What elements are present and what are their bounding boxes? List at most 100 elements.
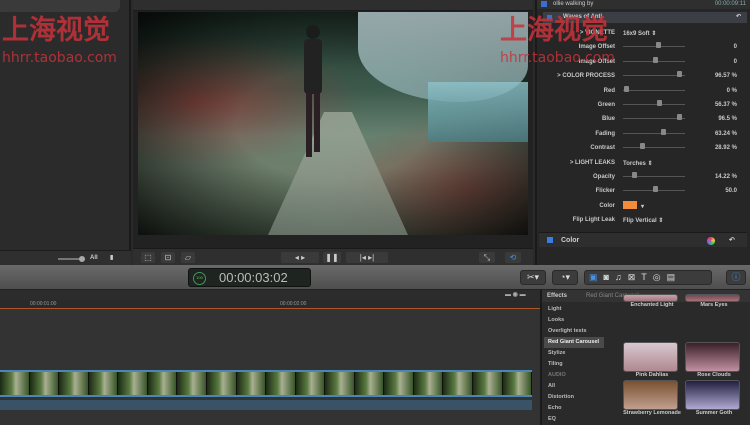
- ruler-tick: 00:00:01:00: [30, 301, 57, 307]
- music-icon[interactable]: ♫: [615, 272, 628, 282]
- parameter-slider[interactable]: [623, 75, 685, 77]
- effect-item[interactable]: Mars Eyes: [679, 294, 749, 308]
- color-swatch[interactable]: [623, 200, 637, 209]
- settings-icon[interactable]: ▮: [110, 254, 113, 261]
- slider-thumb[interactable]: [656, 100, 662, 106]
- filmstrip-frame: [236, 372, 267, 395]
- filter-all[interactable]: All: [90, 255, 98, 261]
- parameter-value[interactable]: 0: [734, 44, 737, 50]
- effects-browser-icon[interactable]: ▣: [589, 272, 604, 282]
- parameter-value[interactable]: 96.57 %: [715, 73, 737, 79]
- slider-thumb[interactable]: [660, 128, 666, 135]
- timecode-display[interactable]: 100 00:00:03:02: [188, 268, 311, 287]
- photos-icon[interactable]: ◙: [604, 272, 615, 282]
- filmstrip-frame: [443, 372, 473, 395]
- slider-thumb[interactable]: [632, 172, 637, 178]
- effects-category[interactable]: Looks: [544, 315, 604, 326]
- parameter-slider[interactable]: [623, 118, 685, 120]
- effects-browser: Effects Red Giant Carousel Light Looks Ove…: [540, 290, 750, 425]
- slider-thumb[interactable]: [677, 71, 682, 78]
- distort-icon[interactable]: ▱: [181, 252, 195, 263]
- effects-category[interactable]: Light: [544, 304, 604, 315]
- slider-thumb[interactable]: [640, 143, 646, 150]
- effect-name: Summer Goth: [695, 410, 733, 416]
- watermark-left: 上海视觉: [2, 15, 110, 46]
- effects-category[interactable]: Overlight tests: [544, 326, 604, 337]
- video-clip-filmstrip[interactable]: [0, 370, 533, 397]
- parameter-value[interactable]: 63.24 %: [715, 131, 737, 137]
- color-dropdown-icon[interactable]: ▾: [641, 203, 644, 210]
- clip-size-slider[interactable]: [58, 258, 80, 260]
- slider-thumb[interactable]: [653, 56, 658, 63]
- parameter-row: Color ▾: [545, 199, 745, 213]
- parameter-value[interactable]: 0: [734, 59, 737, 65]
- play-pause-button[interactable]: ❚❚: [323, 252, 341, 263]
- generators-icon[interactable]: ◎: [653, 272, 667, 282]
- effects-category[interactable]: All: [544, 381, 604, 392]
- effect-thumbnail: [623, 380, 678, 410]
- audio-waveform[interactable]: [0, 400, 532, 410]
- color-section[interactable]: Color ↶: [539, 232, 747, 247]
- effect-item[interactable]: Strawberry Lemonade: [617, 380, 687, 416]
- parameter-row: > LIGHT LEAKS Torches ⇕: [545, 156, 745, 170]
- info-icon[interactable]: ⓘ: [726, 270, 746, 285]
- slider-thumb[interactable]: [677, 114, 682, 121]
- effects-category[interactable]: Tiling: [544, 359, 604, 370]
- effects-category[interactable]: Distortion: [544, 392, 604, 403]
- tools-menu[interactable]: ✂▾: [520, 270, 546, 285]
- parameter-popup[interactable]: Torches ⇕: [623, 160, 653, 167]
- parameter-slider[interactable]: [623, 132, 685, 134]
- parameter-label: Flicker: [595, 188, 615, 195]
- effect-thumbnail: [685, 380, 740, 410]
- effects-category[interactable]: EQ: [544, 414, 604, 425]
- parameter-value[interactable]: 0 %: [727, 88, 737, 94]
- parameter-slider[interactable]: [623, 147, 685, 149]
- parameter-value[interactable]: 56.37 %: [715, 102, 737, 108]
- step-frame-buttons[interactable]: ◂ ▸: [281, 252, 319, 263]
- effect-item[interactable]: Rose Clouds: [679, 342, 749, 378]
- audio-skimming-icons[interactable]: ▬ ◉ ▬: [505, 291, 526, 298]
- effects-category[interactable]: Echo: [544, 403, 604, 414]
- parameter-value[interactable]: 14.22 %: [715, 174, 737, 180]
- filmstrip-frame: [206, 372, 237, 395]
- parameter-value[interactable]: 50.0: [725, 188, 737, 194]
- parameter-popup[interactable]: Flip Vertical ⇕: [623, 217, 663, 224]
- clip-size-knob[interactable]: [79, 256, 85, 262]
- themes-icon[interactable]: ▤: [667, 272, 682, 282]
- filmstrip-frame: [88, 372, 119, 395]
- timeline: ▬ ◉ ▬ 00:00:01:00 00:00:02:00: [0, 290, 540, 425]
- effects-category[interactable]: AUDIO: [544, 370, 604, 381]
- effect-item[interactable]: Pink Dahlias: [617, 342, 687, 378]
- parameter-row: > COLOR PROCESS 96.57 %: [545, 69, 745, 83]
- parameter-slider[interactable]: [623, 89, 685, 91]
- slider-thumb[interactable]: [656, 42, 661, 49]
- parameter-slider[interactable]: [623, 46, 685, 48]
- fullscreen-icon[interactable]: ⤡: [479, 252, 495, 263]
- parameter-label: Color: [599, 202, 615, 209]
- parameter-popup[interactable]: 16x9 Soft ⇕: [623, 30, 656, 37]
- transitions-icon[interactable]: ⊠: [628, 272, 642, 282]
- filmstrip-frame: [0, 372, 30, 395]
- crop-icon[interactable]: ⊡: [161, 252, 175, 263]
- timeline-ruler[interactable]: 00:00:01:00 00:00:02:00: [0, 300, 540, 309]
- slider-thumb[interactable]: [624, 85, 630, 92]
- parameter-value[interactable]: 96.5 %: [718, 116, 737, 122]
- effects-category[interactable]: Stylize: [544, 348, 604, 359]
- loop-icon[interactable]: ⟲: [505, 252, 521, 263]
- reset-color-icon[interactable]: ↶: [729, 233, 735, 248]
- color-checkbox[interactable]: [547, 237, 553, 243]
- reset-icon[interactable]: ↶: [736, 12, 741, 23]
- fit-icon[interactable]: ⬚: [141, 252, 155, 263]
- parameter-slider[interactable]: [623, 104, 685, 105]
- parameter-value[interactable]: 28.92 %: [715, 145, 737, 151]
- skip-buttons[interactable]: |◂ ▸|: [346, 252, 388, 263]
- effect-item[interactable]: Enchanted Light: [617, 294, 687, 308]
- slider-thumb[interactable]: [653, 186, 658, 193]
- retime-menu[interactable]: ◔▾: [552, 270, 578, 285]
- titles-icon[interactable]: T: [641, 272, 653, 282]
- media-browsers[interactable]: ▣◙♫⊠T◎▤: [584, 270, 712, 285]
- color-board-icon[interactable]: [707, 237, 715, 245]
- effects-category[interactable]: Red Giant Carousel: [544, 337, 604, 348]
- effect-item[interactable]: Summer Goth: [679, 380, 749, 416]
- effect-name: Mars Eyes: [700, 302, 728, 308]
